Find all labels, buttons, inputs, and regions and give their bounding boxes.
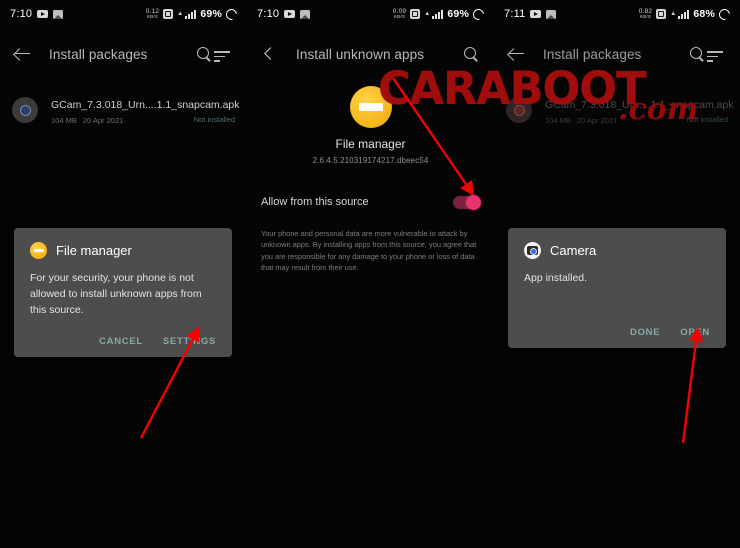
- page-title: Install unknown apps: [296, 46, 425, 62]
- status-bar: 7:11 0.82 KB/S ▲ 68%: [494, 0, 740, 28]
- search-icon[interactable]: [461, 44, 481, 64]
- panel-install-unknown-apps: 7:10 0.09 KB/S ▲ 69% Install unknown app…: [247, 0, 494, 548]
- data-uplink-icon: ▲: [177, 11, 184, 17]
- sort-icon[interactable]: [214, 44, 234, 64]
- file-manager-icon: [30, 242, 47, 259]
- allow-from-this-source-label: Allow from this source: [261, 196, 369, 208]
- status-time: 7:10: [257, 8, 280, 20]
- chevron-left-icon[interactable]: [260, 44, 280, 64]
- screenshot-icon: [53, 9, 64, 19]
- battery-percent: 69%: [200, 8, 222, 20]
- app-name: File manager: [335, 137, 406, 151]
- dialog-actions: CANCEL SETTINGS: [30, 336, 216, 347]
- done-button[interactable]: DONE: [630, 327, 660, 338]
- network-speed-unit: KB/S: [146, 14, 159, 19]
- file-date: 20 Apr 2021: [576, 116, 618, 125]
- youtube-icon: [284, 10, 296, 18]
- screenshot-icon: [546, 9, 557, 19]
- file-meta: GCam_7.3.018_Urn....1.1_snapcam.apk 104 …: [545, 95, 734, 125]
- status-bar-right: 0.09 KB/S ▲ 69%: [393, 6, 487, 22]
- dialog-actions: DONE OPEN: [524, 327, 710, 338]
- status-badge: Not installed: [193, 115, 235, 124]
- data-uplink-icon: ▲: [670, 11, 677, 17]
- list-item[interactable]: GCam_7.3.018_Urn....1.1_snapcam.apk 104 …: [0, 95, 247, 125]
- battery-percent: 69%: [447, 8, 469, 20]
- status-bar-left: 7:11: [504, 8, 557, 20]
- file-size: 104 MB: [51, 116, 77, 125]
- allow-from-this-source-toggle[interactable]: [453, 194, 481, 210]
- camera-apk-icon: [12, 97, 38, 123]
- status-badge: Not installed: [686, 115, 728, 124]
- wifi-icon: [410, 9, 421, 19]
- dialog-header: File manager: [30, 242, 216, 259]
- network-speed-unit: KB/S: [639, 14, 652, 19]
- page-title: Install packages: [49, 46, 148, 62]
- dialog-body: App installed.: [524, 272, 588, 284]
- settings-button[interactable]: SETTINGS: [163, 336, 216, 347]
- signal-icon: [432, 9, 444, 19]
- file-meta: GCam_7.3.018_Urn....1.1_snapcam.apk 104 …: [51, 95, 240, 125]
- data-uplink-icon: ▲: [424, 11, 431, 17]
- search-icon[interactable]: [194, 44, 214, 64]
- network-speed-indicator: 0.09 KB/S: [393, 8, 406, 20]
- file-sub: 104 MB 20 Apr 2021: [51, 116, 181, 125]
- battery-percent: 68%: [693, 8, 715, 20]
- youtube-icon: [530, 10, 542, 18]
- status-bar: 7:10 0.09 KB/S ▲ 69%: [247, 0, 494, 28]
- dialog-app-installed: Camera App installed. DONE OPEN: [508, 228, 726, 348]
- signal-icon: [678, 9, 690, 19]
- status-bar-left: 7:10: [257, 8, 311, 20]
- dialog-header: Camera: [524, 242, 710, 259]
- camera-icon: [524, 242, 541, 259]
- network-speed-indicator: 0.82 KB/S: [639, 8, 652, 20]
- file-manager-icon: [349, 86, 392, 128]
- allow-from-this-source-row[interactable]: Allow from this source: [247, 190, 494, 214]
- back-arrow-icon[interactable]: [507, 44, 527, 64]
- file-date: 20 Apr 2021: [82, 116, 124, 125]
- camera-apk-icon: [506, 97, 532, 123]
- battery-circle-icon: [223, 6, 240, 22]
- file-name: GCam_7.3.018_Urn....1.1_snapcam.apk: [545, 99, 734, 111]
- app-header: File manager 2.6.4.5.210319174217.dbeec5…: [247, 86, 494, 165]
- file-size: 104 MB: [545, 116, 571, 125]
- file-name: GCam_7.3.018_Urn....1.1_snapcam.apk: [51, 99, 240, 111]
- sort-icon[interactable]: [707, 44, 727, 64]
- signal-icon: [185, 9, 197, 19]
- list-item[interactable]: GCam_7.3.018_Urn....1.1_snapcam.apk 104 …: [494, 95, 740, 125]
- wifi-icon: [656, 9, 667, 19]
- app-version: 2.6.4.5.210319174217.dbeec54: [312, 156, 429, 165]
- battery-circle-icon: [470, 6, 487, 22]
- dialog-title: Camera: [550, 243, 597, 258]
- youtube-icon: [37, 10, 49, 18]
- battery-circle-icon: [716, 6, 733, 22]
- network-speed-unit: KB/S: [393, 14, 406, 19]
- app-bar: Install packages: [494, 36, 740, 72]
- open-button[interactable]: OPEN: [680, 327, 710, 338]
- search-icon[interactable]: [687, 44, 707, 64]
- app-bar: Install unknown apps: [247, 36, 494, 72]
- status-time: 7:10: [10, 8, 33, 20]
- dialog-title: File manager: [56, 243, 132, 258]
- app-bar: Install packages: [0, 36, 247, 72]
- back-arrow-icon[interactable]: [13, 44, 33, 64]
- warning-text: Your phone and personal data are more vu…: [261, 229, 477, 273]
- status-bar-right: 0.12 KB/S ▲ 69%: [146, 6, 240, 22]
- screenshot-stage: 7:10 0.12 KB/S ▲ 69% Install packages GC…: [0, 0, 740, 548]
- status-bar-left: 7:10: [10, 8, 64, 20]
- page-title: Install packages: [543, 46, 642, 62]
- dialog-file-manager-blocked: File manager For your security, your pho…: [14, 228, 232, 358]
- wifi-icon: [163, 9, 174, 19]
- status-bar: 7:10 0.12 KB/S ▲ 69%: [0, 0, 247, 28]
- cancel-button[interactable]: CANCEL: [99, 336, 143, 347]
- dialog-body: For your security, your phone is not all…: [30, 272, 202, 316]
- network-speed-indicator: 0.12 KB/S: [146, 8, 159, 20]
- status-time: 7:11: [504, 8, 526, 20]
- file-sub: 104 MB 20 Apr 2021: [545, 116, 674, 125]
- screenshot-icon: [300, 9, 311, 19]
- status-bar-right: 0.82 KB/S ▲ 68%: [639, 6, 733, 22]
